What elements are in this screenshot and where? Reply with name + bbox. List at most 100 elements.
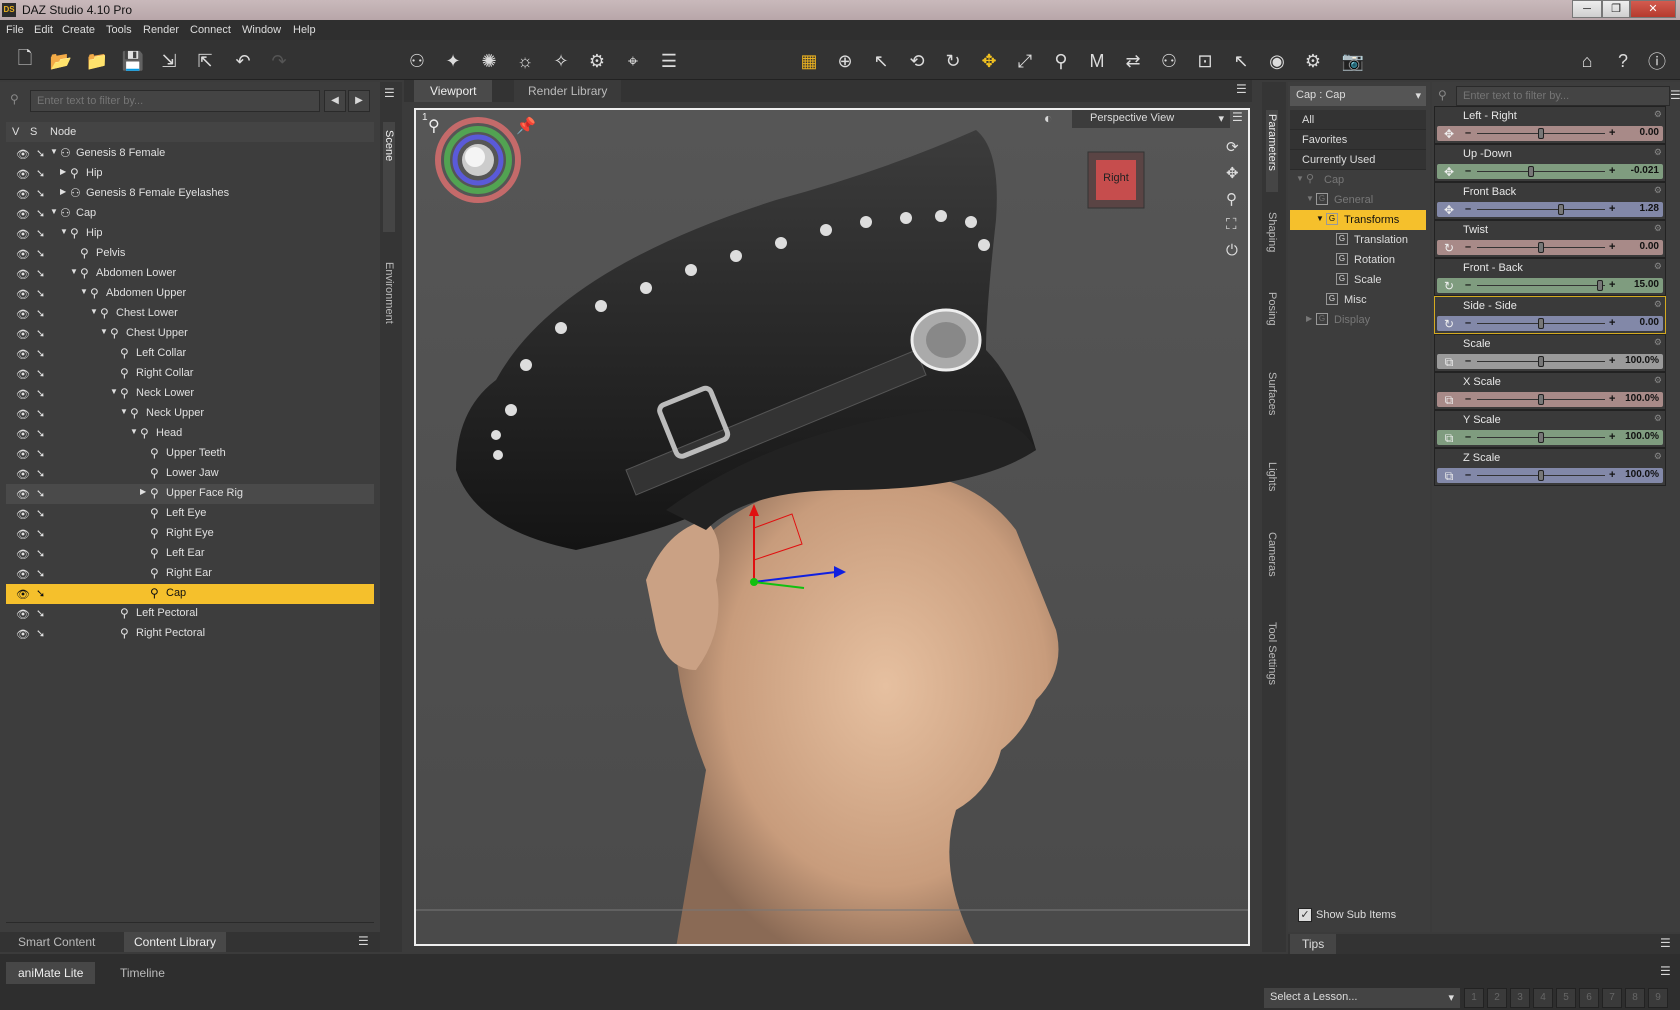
selectable-arrow-icon[interactable]: ➘ [36,207,45,220]
tree-row[interactable]: 👁 ➘ ⚲ Left Eye [6,504,374,524]
tree-row[interactable]: 👁 ➘ ⚲ Left Ear [6,544,374,564]
undo-icon[interactable]: ↶ [230,48,256,74]
render-settings-icon[interactable]: ⚙ [1300,48,1326,74]
slider-track[interactable]: ⧉ – + 100.0% [1437,392,1663,407]
tree-row[interactable]: 👁 ➘ ⚲ Right Collar [6,364,374,384]
viewport-options-icon[interactable]: ☰ [1232,110,1243,124]
tab-posing[interactable]: Posing [1266,292,1278,352]
param-group-item[interactable]: ▼ G General [1290,190,1426,210]
expand-toggle-icon[interactable]: ▼ [110,387,118,396]
home-ds-icon[interactable]: ⌂ [1574,48,1600,74]
redo-icon[interactable]: ↷ [266,48,292,74]
param-slider[interactable]: Left - Right ⚙ ✥ – + 0.00 [1434,106,1666,144]
visibility-eye-icon[interactable]: 👁 [16,248,30,261]
visibility-eye-icon[interactable]: 👁 [16,468,30,481]
arrow-right-icon[interactable]: ▶ [348,90,370,112]
slider-knob[interactable] [1538,318,1544,329]
slider-value[interactable]: 100.0% [1625,431,1659,442]
pan-icon[interactable]: ✥ [1226,164,1239,182]
visibility-eye-icon[interactable]: 👁 [16,528,30,541]
selectable-arrow-icon[interactable]: ➘ [36,407,45,420]
slider-track[interactable]: ⧉ – + 100.0% [1437,430,1663,445]
slider-value[interactable]: 15.00 [1634,279,1659,290]
3d-viewport[interactable]: 1 ⚲ 📌 Right ◐ Perspective View ▾ ☰ ⟳ ✥ ⚲… [414,108,1250,946]
minimize-button[interactable]: ─ [1572,0,1602,18]
visibility-eye-icon[interactable]: 👁 [16,328,30,341]
slider-track[interactable]: ↻ – + 15.00 [1437,278,1663,293]
param-slider[interactable]: Z Scale ⚙ ⧉ – + 100.0% [1434,448,1666,486]
slider-value[interactable]: 1.28 [1640,203,1659,214]
camera-node-icon[interactable]: ⚙ [584,48,610,74]
null-node-icon[interactable]: ⌖ [620,48,646,74]
linear-light-icon[interactable]: ✧ [548,48,574,74]
selectable-arrow-icon[interactable]: ➘ [36,247,45,260]
decrement-button[interactable]: – [1465,354,1471,368]
tree-row[interactable]: 👁 ➘ ⚲ Left Pectoral [6,604,374,624]
tips-menu-icon[interactable]: ☰ [1660,936,1671,950]
slider-knob[interactable] [1528,166,1535,177]
param-group-item[interactable]: G Translation [1290,230,1426,250]
tab-render-library[interactable]: Render Library [514,80,622,102]
tree-row[interactable]: 👁 ➘ ▼ ⚇ Cap [6,204,374,224]
render-icon[interactable]: 📷 [1340,48,1366,74]
expand-toggle-icon[interactable]: ▼ [50,207,58,216]
slider-value[interactable]: 0.00 [1640,317,1659,328]
tree-row[interactable]: 👁 ➘ ⚲ Pelvis [6,244,374,264]
scale-icon[interactable]: ⤢ [1012,48,1038,74]
expand-toggle-icon[interactable]: ▼ [70,267,78,276]
view-cube-label[interactable]: Right [1096,172,1136,184]
selectable-arrow-icon[interactable]: ➘ [36,467,45,480]
slider-knob[interactable] [1538,470,1544,481]
visibility-eye-icon[interactable]: 👁 [16,288,30,301]
visibility-eye-icon[interactable]: 👁 [16,388,30,401]
selectable-arrow-icon[interactable]: ➘ [36,387,45,400]
param-group-item[interactable]: ▼ G Transforms [1290,210,1426,230]
tab-tool-settings[interactable]: Tool Settings [1266,622,1278,712]
scene-filter-input[interactable] [30,90,320,112]
lesson-page-button[interactable]: 9 [1648,988,1668,1008]
visibility-eye-icon[interactable]: 👁 [16,208,30,221]
visibility-eye-icon[interactable]: 👁 [16,308,30,321]
selectable-arrow-icon[interactable]: ➘ [36,627,45,640]
visibility-eye-icon[interactable]: 👁 [16,348,30,361]
slider-value[interactable]: -0.021 [1631,165,1659,176]
tree-row[interactable]: 👁 ➘ ⚲ Left Collar [6,344,374,364]
tree-row[interactable]: 👁 ➘ ▼ ⚲ Hip [6,224,374,244]
lesson-page-button[interactable]: 2 [1487,988,1507,1008]
gear-icon[interactable]: ⚙ [1654,109,1662,120]
visibility-eye-icon[interactable]: 👁 [16,268,30,281]
selectable-arrow-icon[interactable]: ➘ [36,187,45,200]
viewport-menu-icon[interactable]: ☰ [1236,82,1247,96]
lesson-page-button[interactable]: 4 [1533,988,1553,1008]
menu-window[interactable]: Window [242,24,281,36]
menu-file[interactable]: File [6,24,24,36]
visibility-eye-icon[interactable]: 👁 [16,168,30,181]
tab-content-library[interactable]: Content Library [124,932,227,952]
param-group-item[interactable]: G Scale [1290,270,1426,290]
visibility-eye-icon[interactable]: 👁 [16,608,30,621]
universal-tool-icon[interactable]: ⊕ [832,48,858,74]
tree-row[interactable]: 👁 ➘ ▼ ⚲ Chest Lower [6,304,374,324]
visibility-eye-icon[interactable]: 👁 [16,228,30,241]
node-select[interactable]: Cap : Cap ▾ [1290,86,1426,106]
tab-parameters[interactable]: Parameters [1266,110,1278,192]
joint-editor-icon[interactable]: ⚲ [1048,48,1074,74]
menu-tools[interactable]: Tools [106,24,132,36]
camera-icon[interactable]: ⊡ [1192,48,1218,74]
visibility-eye-icon[interactable]: 👁 [16,548,30,561]
param-slider[interactable]: Side - Side ⚙ ↻ – + 0.00 [1434,296,1666,334]
tab-cameras[interactable]: Cameras [1266,532,1278,602]
node-selection-icon[interactable]: ▦ [796,48,822,74]
visibility-eye-icon[interactable]: 👁 [16,448,30,461]
col-node[interactable]: Node [50,126,76,138]
decrement-button[interactable]: – [1465,392,1471,406]
selectable-arrow-icon[interactable]: ➘ [36,327,45,340]
increment-button[interactable]: + [1609,316,1615,330]
zoom-icon[interactable]: ⚲ [1226,190,1237,208]
param-group-item[interactable]: All [1290,110,1426,130]
visibility-eye-icon[interactable]: 👁 [16,588,30,601]
tab-animate-lite[interactable]: aniMate Lite [6,962,96,984]
param-slider[interactable]: Scale ⚙ ⧉ – + 100.0% [1434,334,1666,372]
tree-row[interactable]: 👁 ➘ ⚲ Right Ear [6,564,374,584]
slider-knob[interactable] [1557,204,1564,215]
